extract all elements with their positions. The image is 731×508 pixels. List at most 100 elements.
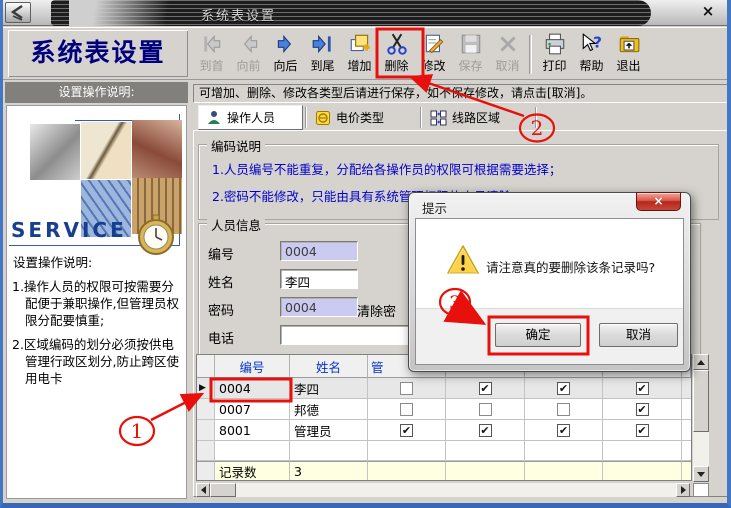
go-first-icon [193,32,230,56]
sidebar-header: 设置操作说明: [5,82,188,103]
current-row-marker [197,378,215,399]
save-floppy-icon [452,32,489,56]
sidebar: 设置操作说明: SERVICE 设置操作说明: 1.操作人员的权限可按需要分配便… [4,81,190,501]
price-type-icon [315,110,331,126]
tab-separator [420,107,421,128]
dialog-title: 提示 [422,198,447,217]
coding-note-1: 1.人员编号不能重复，分配给各操作员的权限可根据需要选择； [212,159,561,178]
scroll-left-icon[interactable] [196,483,210,497]
go-last-icon [304,32,341,56]
toolbar-next-button[interactable]: 向后 [267,29,304,80]
operators-table: 编号 姓名 管 0004 李四 0007 邦德 [196,354,692,481]
modify-icon [415,32,452,56]
close-icon[interactable] [699,3,717,21]
vertical-scroll-thumb[interactable] [693,370,709,432]
go-next-icon [267,32,304,56]
delete-scissors-icon [378,32,415,56]
horizontal-scroll-thumb[interactable] [210,483,236,497]
scroll-up-icon[interactable] [693,354,709,370]
print-icon [536,32,573,56]
checkbox[interactable] [479,424,492,437]
groupbox-title: 人员信息 [207,215,265,234]
toolbar-first-button[interactable]: 到首 [193,29,230,80]
password-label: 密码 [208,300,234,319]
record-count-label: 记录数 [215,461,290,480]
checkbox[interactable] [636,424,649,437]
col-header-code[interactable]: 编号 [215,355,290,378]
toolbar-last-button[interactable]: 到尾 [304,29,341,80]
tab-line-regions[interactable]: 线路区域 [423,105,533,130]
go-prev-icon [230,32,267,56]
collage-photo-hardware [132,120,182,178]
id-label: 编号 [208,244,234,263]
checkbox[interactable] [479,403,492,416]
toolbar-save-button[interactable]: 保存 [452,29,489,80]
scroll-down-icon[interactable] [693,466,709,482]
scroll-right-icon[interactable] [676,483,690,497]
checkbox[interactable] [400,403,413,416]
tab-operators[interactable]: 操作人员 [198,105,303,130]
toolbar-prev-button[interactable]: 向前 [230,29,267,80]
sidebar-section-title: 设置操作说明: [13,252,92,271]
id-field[interactable]: 0004 [280,241,358,261]
dialog-close-icon[interactable] [636,192,681,211]
collage-photo-tools [30,124,80,180]
toolbar-add-button[interactable]: 增加 [341,29,378,80]
password-field[interactable]: 0004 [280,297,358,317]
row-selector [197,399,215,420]
tab-separator [535,107,536,128]
col-header-name[interactable]: 姓名 [290,355,368,378]
toolbar-print-button[interactable]: 打印 [536,29,573,80]
table-row[interactable]: 0004 李四 [197,378,691,399]
checkbox[interactable] [479,382,492,395]
record-count-row: 记录数 3 [197,461,691,480]
sidebar-note-1: 1.操作人员的权限可按需要分配便于兼职操作,但管理员权限分配要慎重; [12,278,184,329]
exit-folder-icon [610,32,647,56]
toolbar-exit-button[interactable]: 退出 [610,29,647,80]
operator-person-icon [206,110,222,126]
table-row[interactable]: 0007 邦德 [197,399,691,420]
checkbox[interactable] [400,382,413,395]
title-bar: 系统表设置 [3,0,727,26]
scrollbar-corner [693,483,709,497]
tab-price-types[interactable]: 电价类型 [308,105,418,130]
checkbox[interactable] [400,424,413,437]
toolbar-modify-button[interactable]: 修改 [415,29,452,80]
checkbox[interactable] [636,403,649,416]
warning-icon [446,244,480,276]
row-selector-header [197,355,215,378]
cancel-x-icon [489,32,526,56]
toolbar-delete-button[interactable]: 删除 [378,29,415,80]
app-window: 系统表设置 系统表设置 到首 向前 向后 到尾 [0,0,731,508]
service-logo: SERVICE [11,218,127,242]
pocket-watch-icon [134,213,178,257]
page-title: 系统表设置 [8,30,188,77]
toolbar: 系统表设置 到首 向前 向后 到尾 增加 [3,27,727,80]
vertical-scrollbar[interactable] [693,354,709,482]
toolbar-separator [529,35,532,74]
toolbar-cancel-button[interactable]: 取消 [489,29,526,80]
name-field[interactable]: 李四 [280,269,358,289]
toolbar-buttons: 到首 向前 向后 到尾 增加 删除 [193,29,647,80]
ok-button[interactable]: 确定 [495,323,581,347]
toolbar-help-button[interactable]: ? 帮助 [573,29,610,80]
row-selector [197,420,215,441]
cancel-button[interactable]: 取消 [599,323,678,347]
app-icon[interactable] [5,2,31,23]
sidebar-note-2: 2.区域编码的划分必须按供电管理行政区划分,防止跨区使用电卡 [12,336,184,387]
clear-password-button[interactable]: 清除密 [357,301,396,320]
hint-bar: 可增加、删除、修改各类型后请进行保存，如不保存修改，请点击[取消]。 [193,84,729,103]
tab-separator [305,107,306,128]
groupbox-title: 编码说明 [207,136,265,155]
checkbox[interactable] [557,382,570,395]
record-count-value: 3 [290,461,368,480]
phone-label: 电话 [208,328,234,347]
name-label: 姓名 [208,272,234,291]
help-icon: ? [573,32,610,56]
checkbox[interactable] [557,403,570,416]
horizontal-scrollbar[interactable] [196,483,690,497]
checkbox[interactable] [557,424,570,437]
line-region-icon [430,110,447,126]
checkbox[interactable] [636,382,649,395]
table-row[interactable]: 8001 管理员 [197,420,691,441]
